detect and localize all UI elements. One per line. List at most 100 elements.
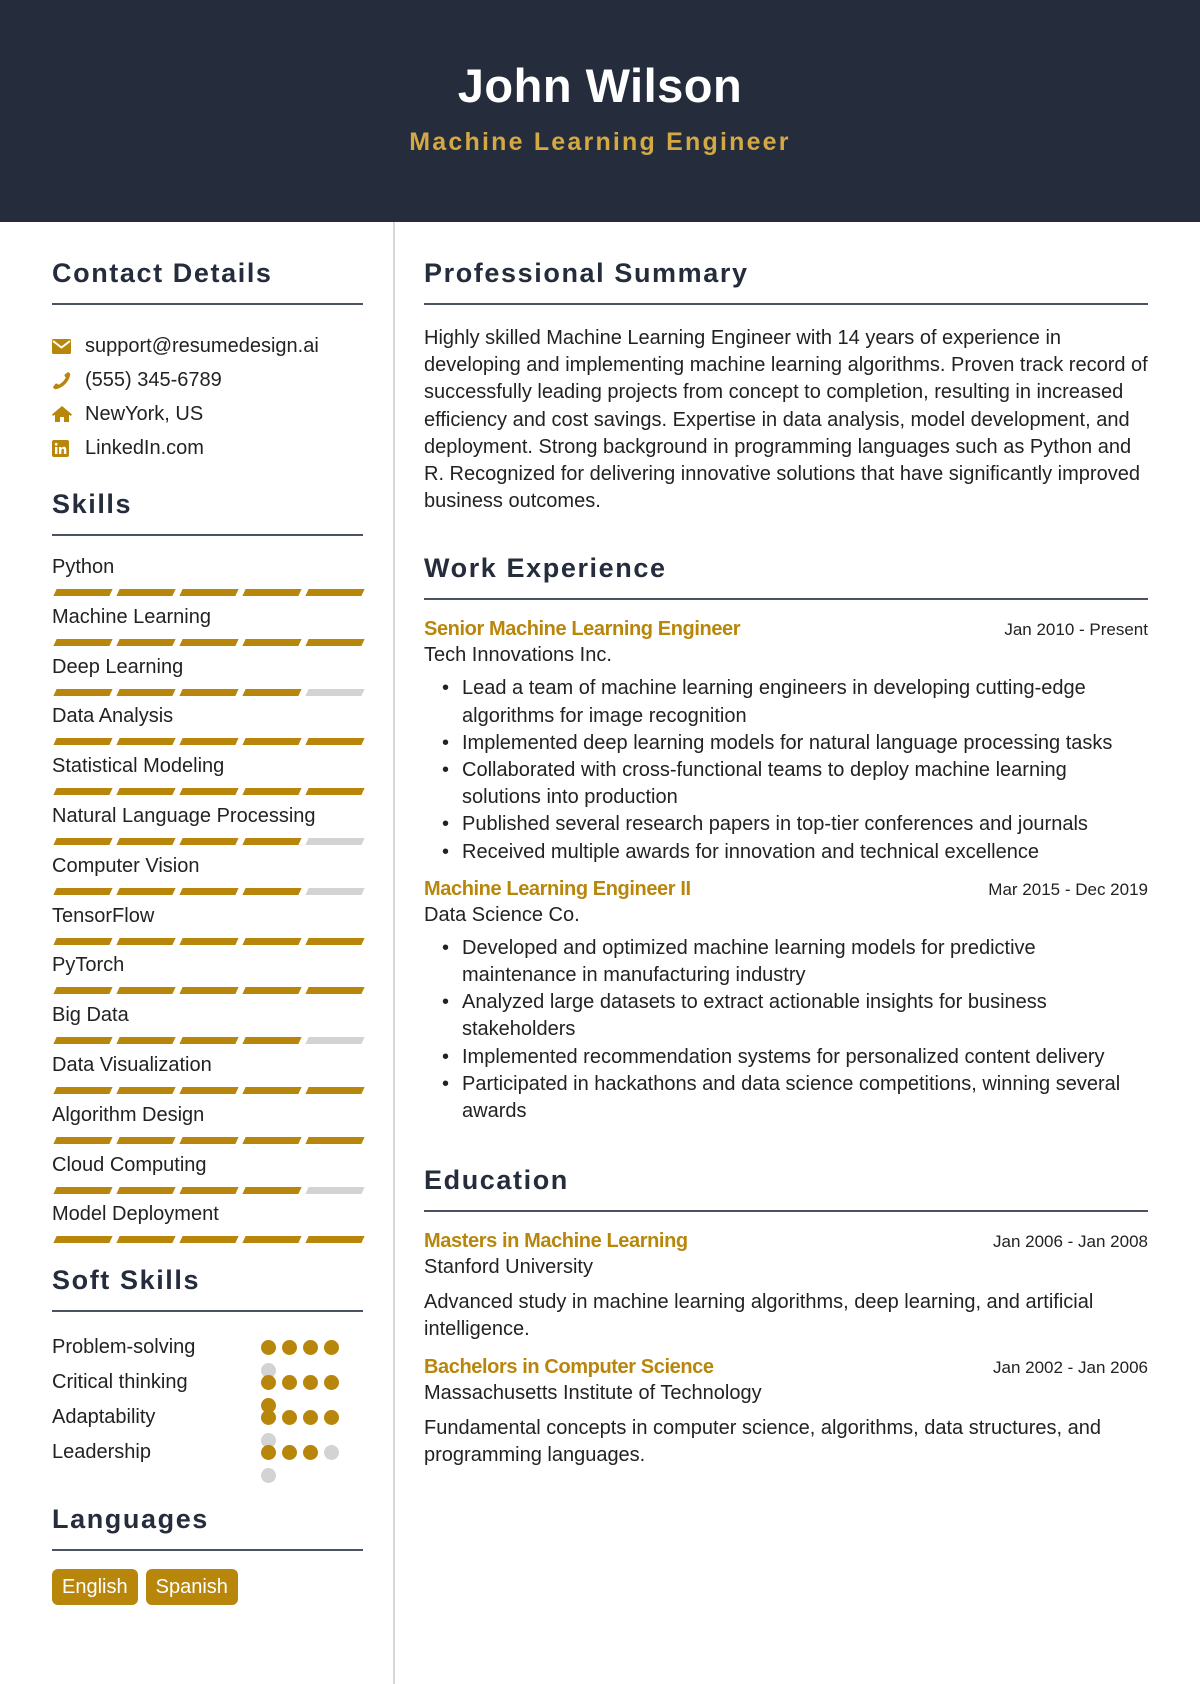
phone-icon [52,371,85,390]
skill-item: Data Visualization [52,1052,365,1102]
rating-segment-empty [305,1037,365,1045]
soft-skill-name: Problem-solving [52,1336,196,1359]
rating-dot-filled [303,1340,318,1356]
resume-header: John Wilson Machine Learning Engineer [0,0,1200,222]
rating-segment-filled [305,788,365,796]
rating-segment-filled [305,1236,365,1244]
rating-segment-filled [242,1086,302,1094]
skill-rating-bar [52,1037,365,1045]
soft-skill-name: Critical thinking [52,1371,188,1394]
rating-segment-filled [242,937,302,945]
job-header: Machine Learning Engineer II Mar 2015 - D… [424,878,1148,901]
skill-name: Cloud Computing [52,1153,207,1176]
contact-item-phone: (555) 345-6789 [52,363,363,397]
skill-item: TensorFlow [52,903,365,953]
job-title: Machine Learning Engineer II [424,877,691,900]
rating-segment-filled [53,788,113,796]
rating-segment-filled [116,987,176,995]
contact-linkedin[interactable]: LinkedIn.com [85,437,204,460]
rating-segment-filled [53,688,113,696]
rating-segment-filled [116,688,176,696]
rating-segment-filled [305,589,365,596]
rating-segment-filled [242,1136,302,1144]
skills-section: Skills Python Machine Learning Deep Learni… [52,489,365,1251]
education-entry: Bachelors in Computer Science Jan 2002 - … [424,1356,1148,1469]
education-header: Bachelors in Computer Science Jan 2002 - … [424,1356,1148,1379]
section-title-languages: Languages [52,1504,363,1552]
soft-skill-item: Problem-solving [52,1330,363,1379]
job-bullet: Analyzed large datasets to extract actio… [442,989,1148,1043]
rating-segment-filled [53,1136,113,1144]
rating-segment-filled [53,837,113,845]
contact-item-linkedin: LinkedIn.com [52,431,363,465]
envelope-icon [52,338,85,354]
contact-email[interactable]: support@resumedesign.ai [85,335,319,358]
skill-name: PyTorch [52,954,125,977]
rating-segment-filled [305,1136,365,1144]
skill-item: Machine Learning [52,604,365,654]
rating-segment-filled [179,837,239,845]
rating-segment-filled [116,1186,176,1194]
job-dates: Jan 2010 - Present [1004,620,1148,640]
summary-text: Highly skilled Machine Learning Engineer… [424,327,1148,513]
candidate-title: Machine Learning Engineer [409,128,791,156]
rating-segment-filled [53,1037,113,1045]
soft-skill-rating [261,1365,351,1414]
contact-item-location: NewYork, US [52,397,363,431]
rating-segment-filled [305,937,365,945]
rating-segment-filled [53,887,113,895]
rating-dot-empty [261,1468,276,1484]
skill-name: Data Analysis [52,705,174,728]
skill-rating-bar [52,1186,365,1194]
experience-section: Work Experience Senior Machine Learning … [424,553,1148,1125]
skill-rating-bar [52,788,365,796]
rating-segment-filled [116,788,176,796]
skill-rating-bar [52,887,365,895]
skill-name: Python [52,556,115,578]
skill-rating-bar [52,1086,365,1094]
rating-segment-filled [53,987,113,995]
rating-segment-filled [179,788,239,796]
rating-segment-filled [116,887,176,895]
skill-rating-bar [52,987,365,995]
linkedin-icon [52,439,85,457]
rating-dot-filled [303,1445,318,1461]
rating-segment-filled [179,1136,239,1144]
company-name: Tech Innovations Inc. [424,644,612,667]
rating-segment-filled [242,1236,302,1244]
rating-segment-filled [53,638,113,646]
contact-location: NewYork, US [85,402,204,425]
education-dates: Jan 2006 - Jan 2008 [992,1232,1148,1252]
rating-segment-filled [116,937,176,945]
rating-segment-filled [116,1136,176,1144]
soft-skill-item: Adaptability [52,1400,363,1449]
language-badge: Spanish [145,1569,238,1606]
education-description: Fundamental concepts in computer science… [424,1416,1102,1466]
section-title-experience: Work Experience [424,553,1148,601]
skill-name: Data Visualization [52,1053,212,1076]
rating-segment-filled [242,788,302,796]
rating-segment-filled [53,738,113,746]
rating-dot-filled [261,1340,276,1356]
skill-name: Deep Learning [52,655,184,678]
rating-segment-empty [305,688,365,696]
rating-dot-filled [324,1375,339,1391]
contact-list: support@resumedesign.ai (555) 345-6789 N… [52,329,363,465]
skill-item: Algorithm Design [52,1102,365,1152]
contact-phone[interactable]: (555) 345-6789 [85,369,222,392]
rating-segment-filled [305,1086,365,1094]
rating-dot-filled [324,1410,339,1426]
job-bullets: Developed and optimized machine learning… [424,935,1148,1125]
skill-rating-bar [52,738,365,746]
skill-item: Big Data [52,1002,365,1052]
section-title-contact: Contact Details [52,258,363,305]
job-bullet: Participated in hackathons and data scie… [442,1071,1148,1125]
job-entry: Senior Machine Learning Engineer Jan 2010… [424,618,1148,866]
soft-skill-rating [261,1330,351,1379]
skill-rating-bar [52,937,365,945]
degree-name: Bachelors in Computer Science [424,1355,714,1378]
skill-item: Python [52,554,365,604]
rating-segment-filled [179,1236,239,1244]
rating-segment-filled [179,589,239,596]
rating-segment-filled [53,589,113,596]
